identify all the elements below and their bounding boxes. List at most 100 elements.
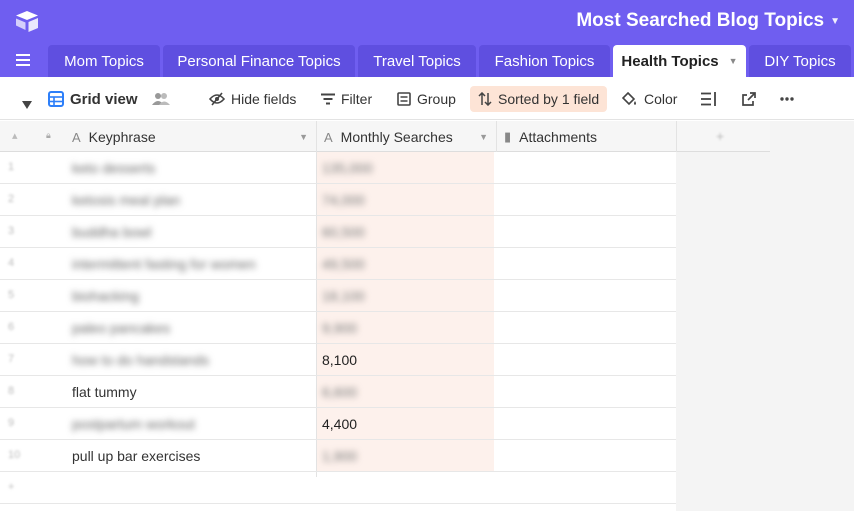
hide-fields-label: Hide fields xyxy=(231,91,297,107)
monthly-searches-cell[interactable]: 8,100 xyxy=(322,352,357,368)
tab-mom-topics[interactable]: Mom Topics xyxy=(48,45,160,77)
keyphrase-cell[interactable]: flat tummy xyxy=(72,384,137,400)
row-number: 8 xyxy=(8,385,15,397)
row-number: 1 xyxy=(8,161,15,173)
column-header-keyphrase[interactable]: ▴ 🔒︎ A Keyphrase ▼ xyxy=(0,121,316,152)
view-name: Grid view xyxy=(70,90,138,108)
table-row[interactable]: 10 pull up bar exercises 1,900 xyxy=(0,440,676,472)
chevron-down-icon: ▼ xyxy=(830,15,840,27)
table-row[interactable]: 6 paleo pancakes 9,900 xyxy=(0,312,676,344)
keyphrase-cell[interactable]: buddha bowl xyxy=(72,224,151,240)
keyphrase-cell[interactable]: keto desserts xyxy=(72,160,155,176)
monthly-searches-cell[interactable]: 1,900 xyxy=(322,448,357,464)
row-number: 2 xyxy=(8,193,15,205)
table-tabs: Mom Topics Personal Finance Topics Trave… xyxy=(0,44,854,77)
row-number: 7 xyxy=(8,353,15,365)
lock-icon: 🔒︎ xyxy=(46,130,51,140)
text-field-icon: A xyxy=(324,129,333,145)
keyphrase-cell[interactable]: intermittent fasting for women xyxy=(72,256,256,272)
view-toolbar: Grid view Hide fields Filter Group Sorte… xyxy=(0,77,854,120)
keyphrase-cell[interactable]: postpartum workout xyxy=(72,416,195,432)
attachment-icon: ▮ xyxy=(504,129,512,144)
airtable-logo-icon[interactable] xyxy=(14,9,40,33)
table-row[interactable]: 1 keto desserts 135,000 xyxy=(0,152,676,184)
row-number: 5 xyxy=(8,289,15,301)
row-height-icon[interactable] xyxy=(701,86,717,112)
app-header: Most Searched Blog Topics ▼ xyxy=(0,0,854,44)
tab-diy-topics[interactable]: DIY Topics xyxy=(749,45,851,77)
sort-button[interactable]: Sorted by 1 field xyxy=(470,86,608,112)
group-icon xyxy=(397,92,411,106)
text-field-icon: A xyxy=(72,129,81,145)
chevron-down-icon[interactable]: ▼ xyxy=(729,56,738,66)
sort-icon xyxy=(478,92,492,106)
add-field-button[interactable]: + xyxy=(676,121,770,152)
table-row[interactable]: + xyxy=(0,472,676,504)
keyphrase-cell[interactable]: paleo pancakes xyxy=(72,320,170,336)
hide-fields-button[interactable]: Hide fields xyxy=(209,86,296,112)
table-row[interactable]: 5 biohacking 18,100 xyxy=(0,280,676,312)
grid-empty-area xyxy=(676,121,854,511)
monthly-searches-cell[interactable]: 135,000 xyxy=(322,160,373,176)
tab-label: Mom Topics xyxy=(64,52,144,70)
grid-icon xyxy=(48,91,64,107)
monthly-searches-cell[interactable]: 9,900 xyxy=(322,320,357,336)
keyphrase-cell[interactable]: how to do handstands xyxy=(72,352,209,368)
paint-bucket-icon xyxy=(622,92,636,106)
color-button[interactable]: Color xyxy=(622,86,677,112)
monthly-searches-cell[interactable]: 74,000 xyxy=(322,192,365,208)
tab-personal-finance-topics[interactable]: Personal Finance Topics xyxy=(163,45,355,77)
table-row[interactable]: 8 flat tummy 6,600 xyxy=(0,376,676,408)
color-label: Color xyxy=(644,91,678,107)
eye-slash-icon xyxy=(209,92,225,106)
table-row[interactable]: 3 buddha bowl 60,500 xyxy=(0,216,676,248)
row-number: 3 xyxy=(8,225,15,237)
tab-label: DIY Topics xyxy=(764,52,836,70)
base-title-text: Most Searched Blog Topics xyxy=(576,10,825,31)
monthly-searches-cell[interactable]: 18,100 xyxy=(322,288,365,304)
select-all-icon[interactable]: ▴ xyxy=(12,129,18,142)
table-row[interactable]: 2 ketosis meal plan 74,000 xyxy=(0,184,676,216)
group-label: Group xyxy=(417,91,456,107)
tab-label: Fashion Topics xyxy=(494,52,595,70)
keyphrase-cell[interactable]: pull up bar exercises xyxy=(72,448,200,464)
row-number: + xyxy=(8,481,15,493)
row-number: 9 xyxy=(8,417,15,429)
tab-label: Travel Topics xyxy=(373,52,461,70)
tab-label: Personal Finance Topics xyxy=(177,52,341,70)
column-label: Keyphrase xyxy=(88,129,156,145)
plus-icon: + xyxy=(716,128,725,144)
sort-label: Sorted by 1 field xyxy=(498,91,600,107)
group-button[interactable]: Group xyxy=(397,86,456,112)
row-number: 6 xyxy=(8,321,15,333)
keyphrase-cell[interactable]: ketosis meal plan xyxy=(72,192,180,208)
column-header-attachments[interactable]: ▮ Attachments xyxy=(496,121,676,152)
chevron-down-icon[interactable]: ▼ xyxy=(299,132,308,142)
filter-icon xyxy=(321,93,335,105)
view-switcher[interactable]: Grid view xyxy=(48,86,138,112)
share-view-icon[interactable] xyxy=(742,86,756,112)
table-row[interactable]: 4 intermittent fasting for women 49,500 xyxy=(0,248,676,280)
table-row[interactable]: 7 how to do handstands 8,100 xyxy=(0,344,676,376)
monthly-searches-cell[interactable]: 6,600 xyxy=(322,384,357,400)
hamburger-menu-icon[interactable] xyxy=(16,54,30,66)
column-label: Attachments xyxy=(519,129,597,145)
more-options-icon[interactable] xyxy=(780,86,794,112)
monthly-searches-cell[interactable]: 49,500 xyxy=(322,256,365,272)
table-row[interactable]: 9 postpartum workout 4,400 xyxy=(0,408,676,440)
collaborators-icon[interactable] xyxy=(152,86,170,112)
monthly-searches-cell[interactable]: 4,400 xyxy=(322,416,357,432)
tab-fashion-topics[interactable]: Fashion Topics xyxy=(479,45,610,77)
filter-button[interactable]: Filter xyxy=(321,86,372,112)
tab-travel-topics[interactable]: Travel Topics xyxy=(358,45,476,77)
views-toggle-icon[interactable] xyxy=(22,92,32,118)
column-header-monthly-searches[interactable]: A Monthly Searches ▼ xyxy=(316,121,496,152)
monthly-searches-cell[interactable]: 60,500 xyxy=(322,224,365,240)
chevron-down-icon[interactable]: ▼ xyxy=(479,132,488,142)
tab-label: Health Topics xyxy=(621,52,719,70)
column-label: Monthly Searches xyxy=(340,129,453,145)
base-title[interactable]: Most Searched Blog Topics ▼ xyxy=(576,10,840,32)
keyphrase-cell[interactable]: biohacking xyxy=(72,288,139,304)
row-number: 4 xyxy=(8,257,15,269)
tab-health-topics[interactable]: Health Topics ▼ xyxy=(613,45,746,77)
